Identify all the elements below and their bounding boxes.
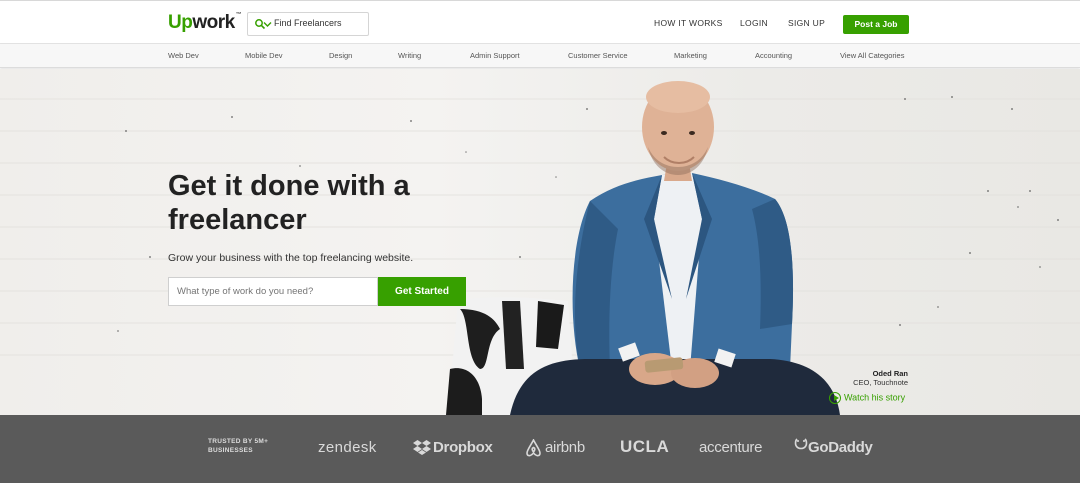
godaddy-icon bbox=[794, 438, 808, 450]
search-placeholder: Find Freelancers bbox=[274, 18, 342, 28]
watch-story-link[interactable]: Watch his story bbox=[829, 392, 905, 404]
hero-headline: Get it done with a freelancer bbox=[168, 170, 410, 236]
category-web-dev[interactable]: Web Dev bbox=[168, 51, 199, 60]
category-bar: Web Dev Mobile Dev Design Writing Admin … bbox=[0, 44, 1080, 68]
trusted-label: TRUSTED BY 5M+ BUSINESSES bbox=[208, 438, 269, 454]
category-admin-support[interactable]: Admin Support bbox=[470, 51, 520, 60]
ucla-logo: UCLA bbox=[620, 437, 670, 456]
testimonial-role: CEO, Touchnote bbox=[853, 378, 908, 387]
category-view-all[interactable]: View All Categories bbox=[840, 51, 904, 60]
nav-how-it-works[interactable]: HOW IT WORKS bbox=[654, 18, 723, 28]
logo-up: Up bbox=[168, 12, 193, 33]
dropbox-icon bbox=[413, 440, 431, 455]
airbnb-icon bbox=[526, 439, 541, 457]
accenture-logo: accenture bbox=[699, 439, 763, 456]
logo-trademark: ™ bbox=[235, 12, 242, 18]
trusted-by-strip: TRUSTED BY 5M+ BUSINESSES zendesk Dropbo… bbox=[0, 415, 1080, 483]
category-customer-service[interactable]: Customer Service bbox=[568, 51, 628, 60]
airbnb-logo: airbnb bbox=[545, 439, 585, 456]
dropbox-logo: Dropbox bbox=[433, 439, 493, 456]
chevron-down-icon[interactable] bbox=[263, 20, 272, 29]
nav-sign-up[interactable]: SIGN UP bbox=[788, 18, 825, 28]
featured-freelancer-photo bbox=[446, 81, 840, 415]
testimonial-name: Oded Ran bbox=[872, 369, 908, 378]
category-writing[interactable]: Writing bbox=[398, 51, 421, 60]
category-marketing[interactable]: Marketing bbox=[674, 51, 707, 60]
category-accounting[interactable]: Accounting bbox=[755, 51, 792, 60]
hero-subheadline: Grow your business with the top freelanc… bbox=[168, 252, 414, 264]
upwork-logo[interactable]: Upwork™ bbox=[168, 12, 242, 34]
category-design[interactable]: Design bbox=[329, 51, 352, 60]
watch-story-label: Watch his story bbox=[844, 392, 906, 403]
play-icon bbox=[829, 392, 841, 404]
godaddy-logo: GoDaddy bbox=[808, 439, 873, 456]
hero-section: Get it done with a freelancer Grow your … bbox=[0, 69, 1080, 415]
nav-login[interactable]: LOGIN bbox=[740, 18, 768, 28]
top-header: Upwork™ Find Freelancers HOW IT WORKS LO… bbox=[0, 0, 1080, 44]
get-started-button[interactable]: Get Started bbox=[378, 277, 466, 306]
zendesk-logo: zendesk bbox=[318, 439, 377, 456]
post-a-job-button[interactable]: Post a Job bbox=[843, 15, 909, 34]
work-type-input[interactable] bbox=[168, 277, 378, 306]
logo-rest: work bbox=[192, 12, 235, 33]
find-freelancers-search[interactable]: Find Freelancers bbox=[247, 12, 369, 36]
category-mobile-dev[interactable]: Mobile Dev bbox=[245, 51, 283, 60]
upwork-homepage: Upwork™ Find Freelancers HOW IT WORKS LO… bbox=[0, 0, 1080, 483]
